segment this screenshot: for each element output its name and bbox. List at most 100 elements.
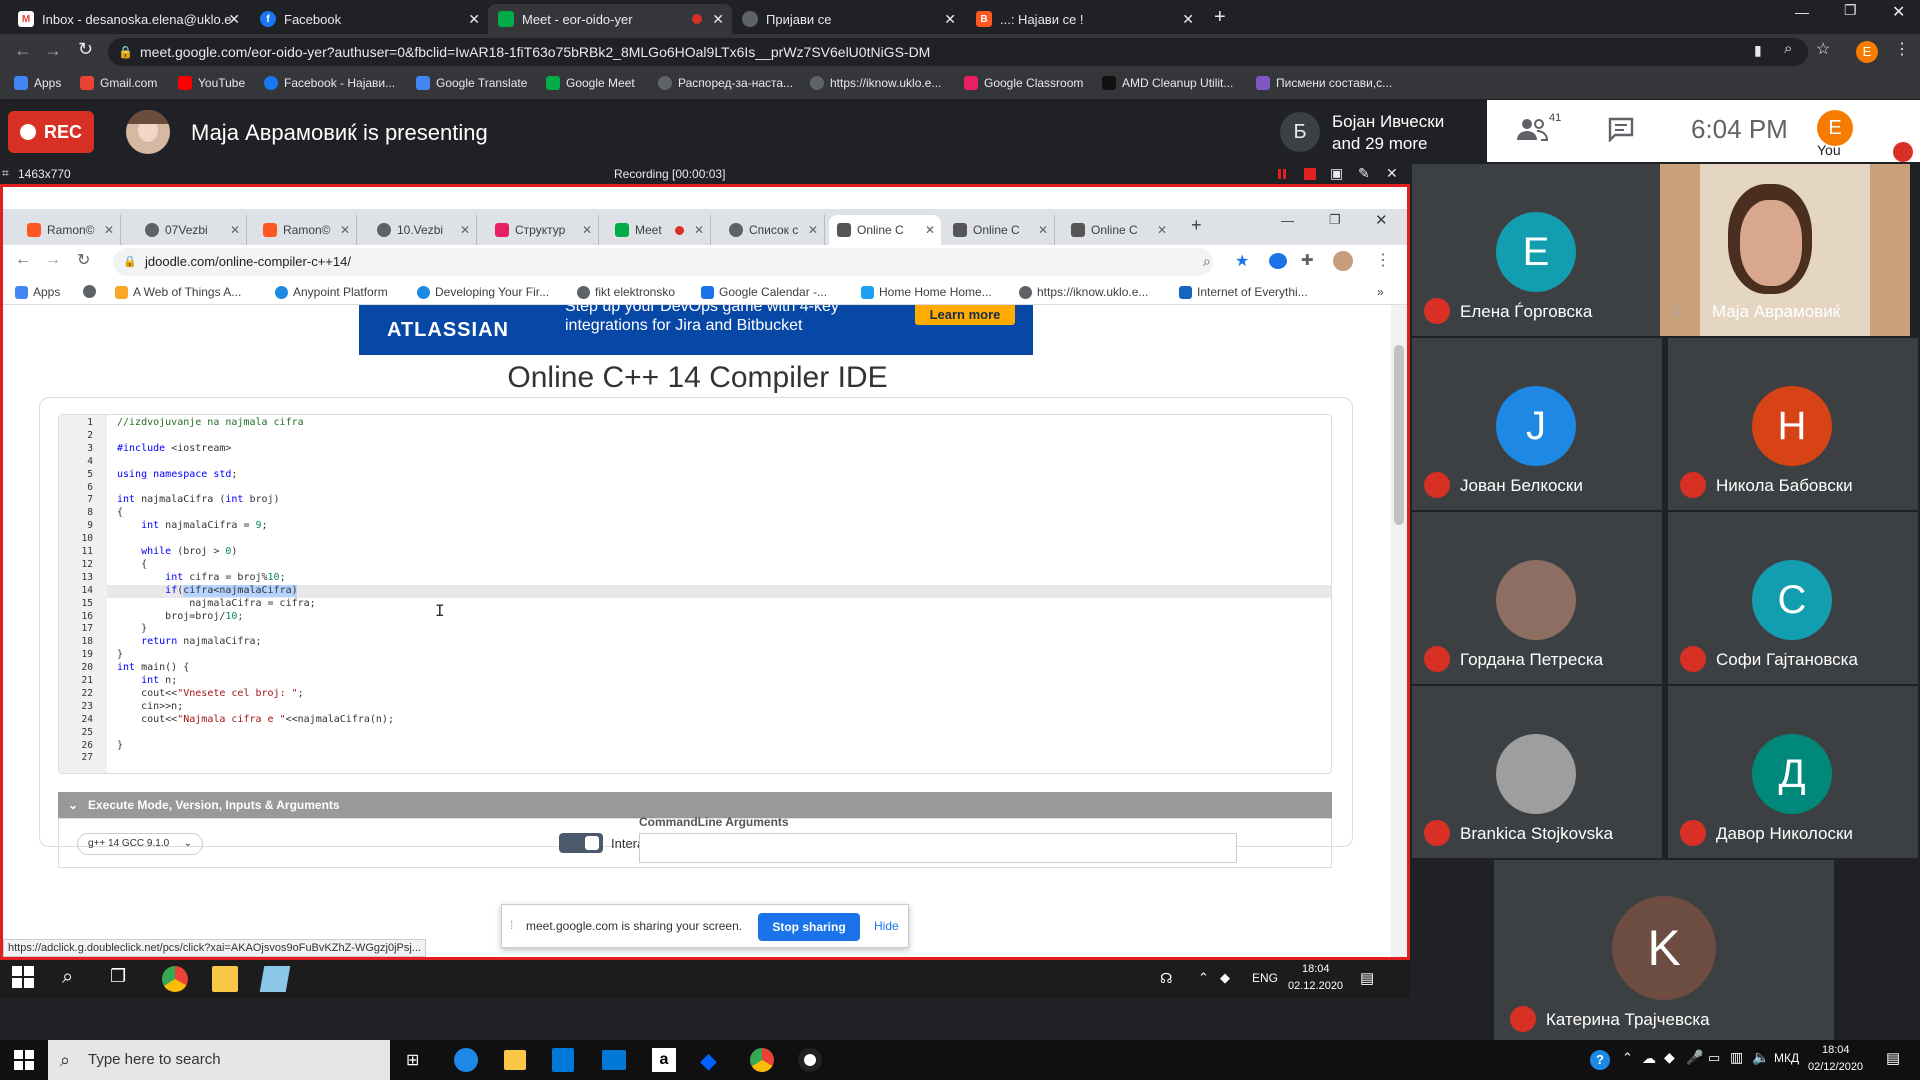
bookmark-translate[interactable]: Google Translate <box>416 76 527 90</box>
bookmark-essays[interactable]: Писмени состави,с... <box>1256 76 1392 90</box>
menu-icon[interactable]: ⋮ <box>1375 250 1391 270</box>
bookmark-apps[interactable]: Apps <box>15 285 60 299</box>
bookmark-home[interactable]: Home Home Home... <box>861 285 992 299</box>
pause-icon[interactable] <box>1278 169 1286 179</box>
bookmark-ioe[interactable]: Internet of Everythi... <box>1179 285 1308 299</box>
bookmark-fikt[interactable]: fikt elektronsko <box>577 285 675 299</box>
bookmark-anypoint[interactable]: Anypoint Platform <box>275 285 388 299</box>
close-tab-icon[interactable]: ✕ <box>694 223 704 237</box>
new-tab-button[interactable]: + <box>1191 215 1202 236</box>
task-view-icon[interactable]: ⊞ <box>406 1050 419 1070</box>
chat-button[interactable] <box>1607 116 1635 142</box>
participant-tile-video[interactable]: ⁞ Маја Аврамовиќ <box>1660 164 1910 336</box>
minimize-button[interactable]: — <box>1795 4 1809 20</box>
close-tab-icon[interactable]: ✕ <box>712 11 724 28</box>
forward-arrow-icon[interactable]: → <box>44 40 62 61</box>
pen-icon[interactable]: ✎ <box>1358 165 1370 182</box>
back-arrow-icon[interactable]: ← <box>15 251 31 269</box>
extensions-puzzle-icon[interactable]: ✚ <box>1301 251 1314 269</box>
participant-tile[interactable]: Д Давор Николоски <box>1668 686 1918 858</box>
stop-record-icon[interactable] <box>1304 168 1316 180</box>
microphone-icon[interactable]: 🎤 <box>1686 1049 1703 1066</box>
bookmark-amd[interactable]: AMD Cleanup Utilit... <box>1102 76 1233 90</box>
close-window-button[interactable]: ✕ <box>1892 2 1905 22</box>
bookmark-iknow[interactable]: https://iknow.uklo.e... <box>1019 285 1148 299</box>
recorder-icon[interactable] <box>798 1048 822 1072</box>
atlassian-ad[interactable]: ATLASSIAN Step up your DevOps game with … <box>359 305 1033 355</box>
tray-lang[interactable]: ENG <box>1252 971 1278 985</box>
taskbar-search-input[interactable]: ⌕ Type here to search <box>48 1040 390 1080</box>
code-editor[interactable]: 1 2 3 4 5 6 7 8 9 10 11 12 13 14 15 16 17 18 19 20 21 22 23 24 2… <box>58 414 1332 774</box>
inner-tab[interactable]: Online C ✕ <box>945 215 1055 245</box>
minimize-button[interactable]: — <box>1281 213 1294 228</box>
participant-tile[interactable]: J Јован Белкоски <box>1412 338 1662 510</box>
maximize-button[interactable]: ❐ <box>1329 212 1341 228</box>
close-tab-icon[interactable]: ✕ <box>340 223 350 237</box>
bookmark-globe[interactable] <box>83 285 101 298</box>
action-center-icon[interactable]: ▤ <box>1886 1049 1900 1067</box>
inner-tab[interactable]: Ramon© ✕ <box>255 215 357 245</box>
participant-tile[interactable]: E Елена Ѓорговска <box>1412 164 1662 336</box>
language-indicator[interactable]: МКД <box>1774 1051 1799 1065</box>
bookmark-apps[interactable]: Apps <box>14 76 61 90</box>
compiler-version-select[interactable]: g++ 14 GCC 9.1.0 ⌄ <box>77 833 203 855</box>
close-tab-icon[interactable]: ✕ <box>228 11 240 28</box>
star-filled-icon[interactable]: ★ <box>1235 251 1249 271</box>
scroll-thumb[interactable] <box>1394 345 1404 525</box>
menu-icon[interactable]: ⋮ <box>1894 39 1910 59</box>
inner-tab[interactable]: Список с ✕ <box>721 215 825 245</box>
new-tab-button[interactable]: + <box>1214 6 1226 29</box>
store-icon[interactable] <box>552 1048 574 1072</box>
hide-notice-link[interactable]: Hide <box>874 919 899 933</box>
close-tab-icon[interactable]: ✕ <box>230 223 240 237</box>
cmdline-input[interactable] <box>639 833 1237 863</box>
bookmark-calendar[interactable]: Google Calendar -... <box>701 285 827 299</box>
star-icon[interactable]: ☆ <box>1816 39 1830 59</box>
participant-tile[interactable]: Brankica Stojkovska <box>1412 686 1662 858</box>
bookmark-developing[interactable]: Developing Your Fir... <box>417 285 549 299</box>
people-button[interactable]: 41 <box>1515 112 1561 144</box>
tab-blogger-login[interactable]: B ...: Најави се ! ✕ <box>966 4 1202 34</box>
maximize-button[interactable]: ❐ <box>1844 2 1857 19</box>
close-tab-icon[interactable]: ✕ <box>582 223 592 237</box>
bookmark-gmail[interactable]: Gmail.com <box>80 76 157 90</box>
participant-tile[interactable]: H Никола Бабовски <box>1668 338 1918 510</box>
stop-sharing-button[interactable]: Stop sharing <box>758 913 860 941</box>
reload-icon[interactable]: ↻ <box>78 39 93 60</box>
inner-tab[interactable]: Структур ✕ <box>487 215 599 245</box>
chrome-icon[interactable] <box>750 1048 774 1072</box>
tab-login[interactable]: Пријави се ✕ <box>732 4 964 34</box>
participant-tile[interactable]: Гордана Петреска <box>1412 512 1662 684</box>
rec-button[interactable]: REC <box>8 111 94 153</box>
network-icon[interactable]: ▥ <box>1730 1049 1743 1066</box>
zoom-icon[interactable]: ⌕ <box>1203 253 1211 270</box>
close-tab-icon[interactable]: ✕ <box>468 11 480 28</box>
inner-tab-active[interactable]: Online C ✕ <box>829 215 941 245</box>
close-tab-icon[interactable]: ✕ <box>808 223 818 237</box>
search-icon[interactable]: ⌕ <box>62 966 88 992</box>
ad-learn-more-button[interactable]: Learn more <box>915 305 1015 325</box>
close-window-button[interactable]: ✕ <box>1375 211 1388 229</box>
dropbox-icon[interactable]: ◆ <box>1220 970 1230 986</box>
bookmark-meet[interactable]: Google Meet <box>546 76 635 90</box>
drag-handle-icon[interactable]: ⁞ <box>510 918 513 932</box>
file-explorer-icon[interactable] <box>504 1050 526 1070</box>
volume-icon[interactable]: 🔈 <box>1752 1049 1769 1066</box>
dropbox-icon[interactable]: ◆ <box>700 1048 717 1074</box>
edge-icon[interactable] <box>454 1048 478 1072</box>
close-tab-icon[interactable]: ✕ <box>104 223 114 237</box>
extension-chat-icon[interactable] <box>1269 253 1287 269</box>
bookmark-classroom[interactable]: Google Classroom <box>964 76 1083 90</box>
profile-avatar[interactable] <box>1333 251 1353 271</box>
reload-icon[interactable]: ↻ <box>77 250 90 270</box>
bookmarks-overflow-icon[interactable]: » <box>1377 285 1384 299</box>
close-tab-icon[interactable]: ✕ <box>460 223 470 237</box>
file-explorer-icon[interactable] <box>212 966 238 992</box>
page-scrollbar[interactable] <box>1391 305 1407 957</box>
bookmark-iknow[interactable]: https://iknow.uklo.e... <box>810 76 941 90</box>
close-tab-icon[interactable]: ✕ <box>944 11 956 28</box>
tab-inbox[interactable]: M Inbox - desanoska.elena@uklo.e ✕ <box>8 4 248 34</box>
chevron-up-icon[interactable]: ⌃ <box>1622 1050 1633 1066</box>
windows-start-icon[interactable] <box>14 1050 34 1070</box>
battery-icon[interactable]: ▭ <box>1708 1050 1720 1066</box>
